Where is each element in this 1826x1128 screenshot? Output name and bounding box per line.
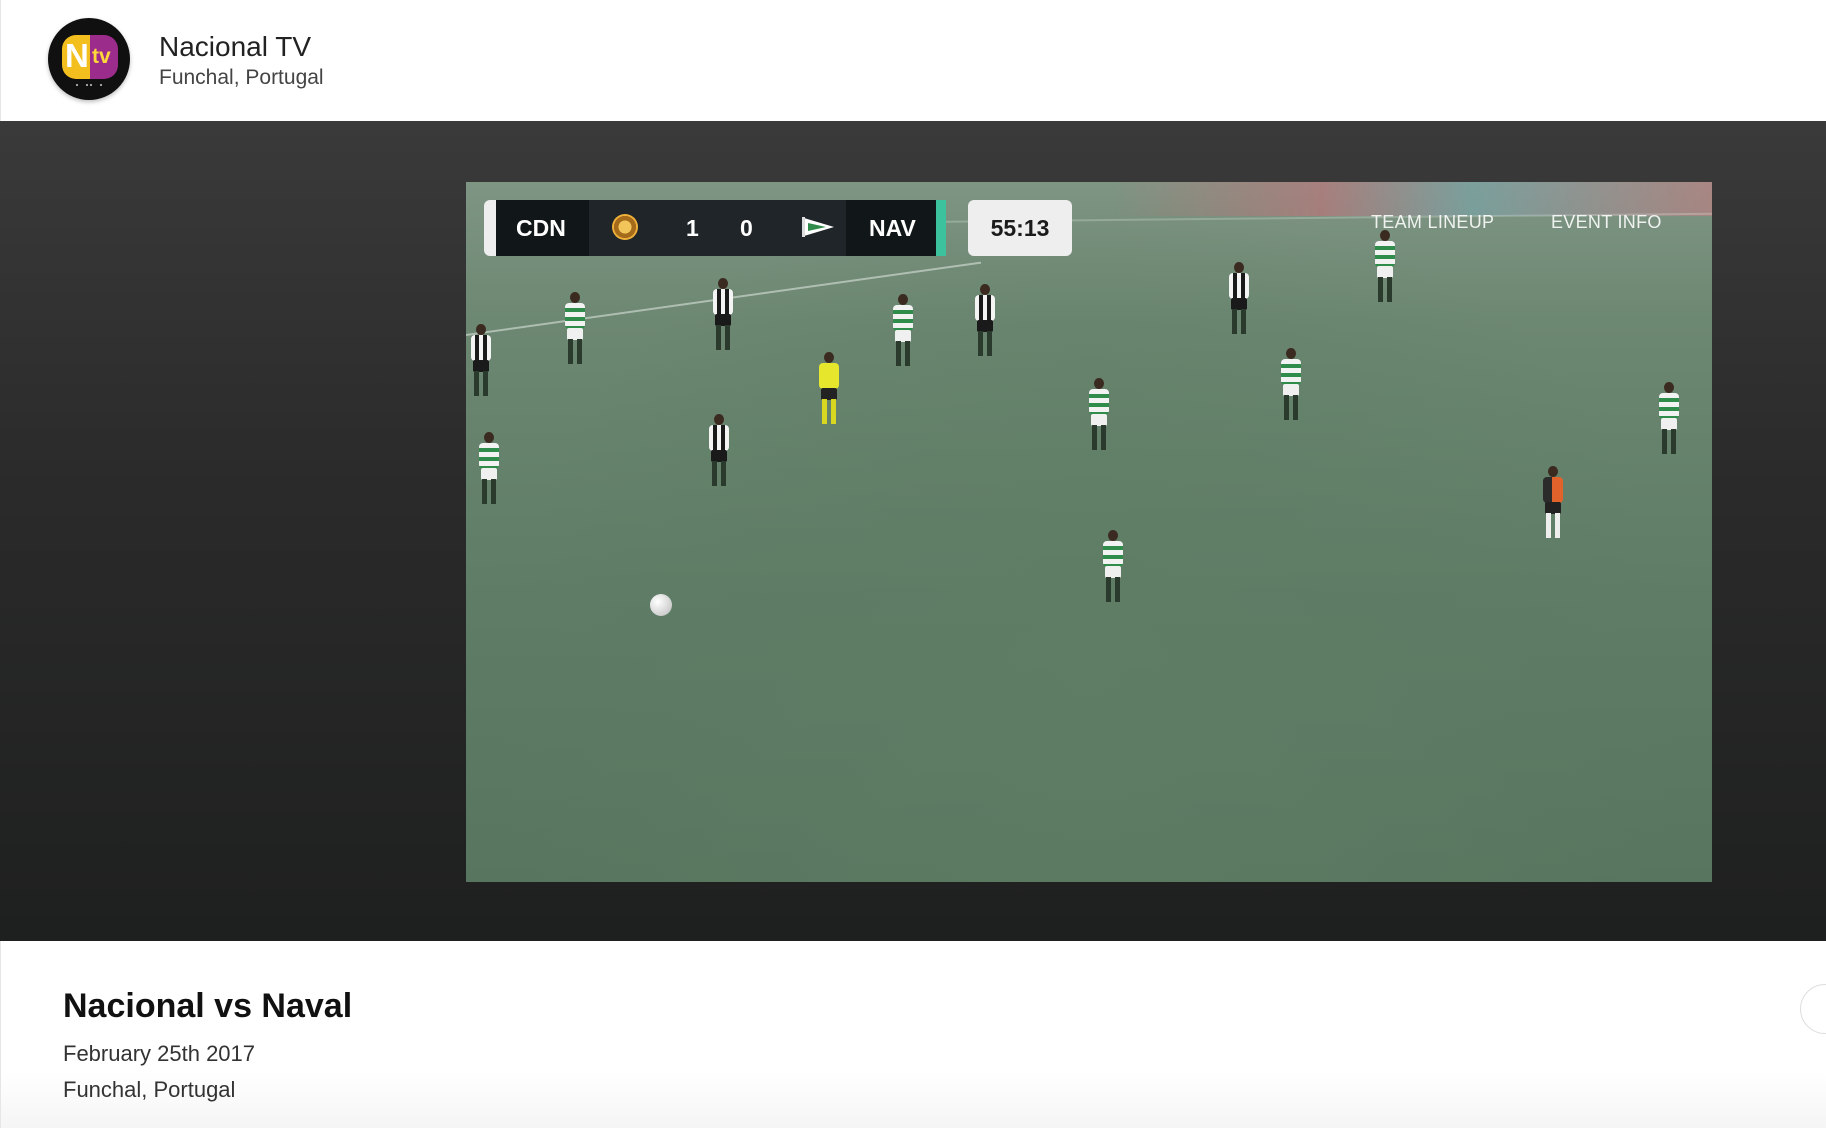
channel-name[interactable]: Nacional TV [159, 31, 311, 63]
away-score: 0 [740, 215, 753, 241]
channel-header: N tv Nacional TV Funchal, Portugal [0, 0, 1826, 121]
player-figure [890, 294, 916, 368]
logo-letter: N [65, 37, 89, 74]
home-score: 1 [686, 215, 699, 241]
match-clock: 55:13 [968, 200, 1072, 256]
logo-suffix: tv [92, 45, 111, 68]
player-figure [1226, 262, 1252, 336]
event-location: Funchal, Portugal [63, 1077, 236, 1102]
video-player-area: CDN 1 0 NAV 55:13 TEAM LINEUP EVENT INFO [0, 121, 1826, 941]
stadium-hoardings [1112, 182, 1712, 216]
pennant-crest-icon [802, 217, 834, 237]
club-crest-icon [612, 214, 638, 240]
ball [650, 594, 672, 616]
player-figure [1086, 378, 1112, 452]
event-details: Nacional vs Naval February 25th 2017 Fun… [0, 941, 1826, 1128]
player-figure [1100, 530, 1126, 604]
logo-dots [74, 84, 104, 88]
event-date: February 25th 2017 [63, 1041, 256, 1066]
player-figure [706, 414, 732, 488]
player-figure [468, 324, 494, 398]
home-team-code: CDN [516, 215, 566, 241]
event-info-link[interactable]: EVENT INFO [1551, 212, 1662, 233]
scoreboard-accent [936, 200, 946, 256]
team-lineup-link[interactable]: TEAM LINEUP [1371, 212, 1494, 233]
channel-logo[interactable]: N tv [48, 18, 130, 100]
player-figure [1656, 382, 1682, 456]
side-panel-handle[interactable] [1800, 984, 1826, 1034]
player-figure [1372, 230, 1398, 304]
away-team-code: NAV [869, 215, 916, 241]
player-figure [710, 278, 736, 352]
player-figure [972, 284, 998, 358]
scoreboard: CDN 1 0 NAV [484, 200, 946, 256]
player-figure [562, 292, 588, 366]
event-title: Nacional vs Naval [63, 987, 353, 1025]
video-player[interactable]: CDN 1 0 NAV 55:13 TEAM LINEUP EVENT INFO [466, 182, 1712, 882]
player-figure [476, 432, 502, 506]
goalkeeper-figure [1540, 466, 1566, 540]
referee-figure [816, 352, 842, 426]
player-figure [1278, 348, 1304, 422]
channel-location: Funchal, Portugal [159, 66, 324, 89]
